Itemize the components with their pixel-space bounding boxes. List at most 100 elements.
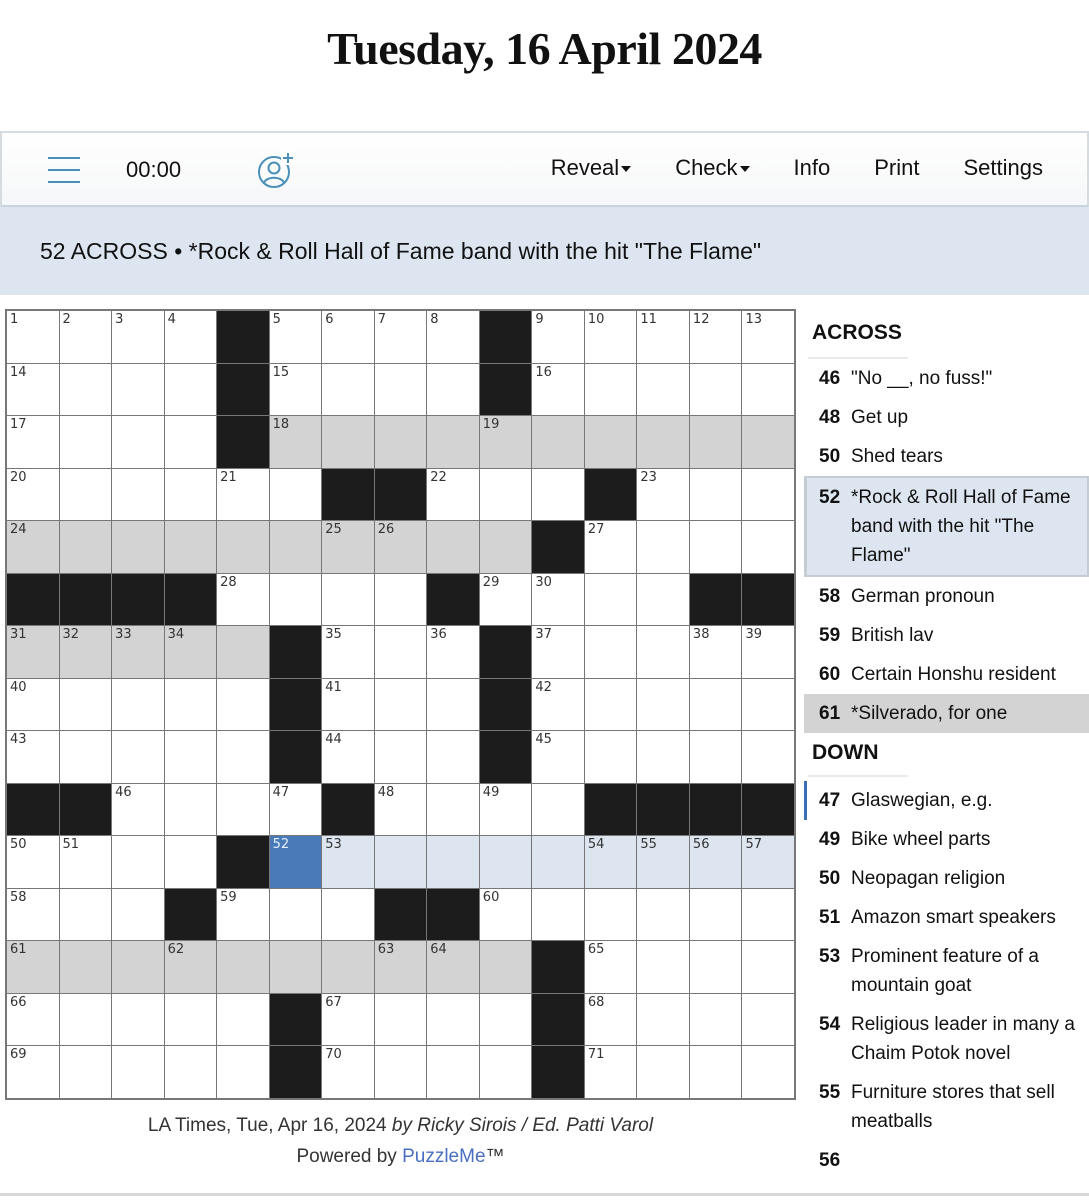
down-clue-49[interactable]: 49 Bike wheel parts (804, 820, 1089, 859)
grid-cell[interactable]: 71 (584, 1046, 637, 1098)
grid-cell[interactable] (637, 521, 689, 573)
grid-cell[interactable] (532, 783, 584, 836)
grid-cell[interactable] (584, 731, 637, 783)
grid-cell[interactable] (374, 993, 427, 1046)
grid-cell[interactable] (112, 521, 164, 573)
down-clue-50[interactable]: 50 Neopagan religion (804, 859, 1089, 898)
grid-cell[interactable]: 58 (7, 888, 59, 941)
across-clue-61[interactable]: 61 *Silverado, for one (804, 694, 1089, 733)
grid-cell[interactable] (742, 363, 794, 416)
grid-cell[interactable] (164, 783, 217, 836)
grid-cell[interactable]: 57 (742, 836, 794, 888)
grid-cell[interactable] (637, 573, 689, 626)
grid-cell[interactable]: 35 (322, 626, 374, 678)
grid-cell[interactable]: 28 (217, 573, 269, 626)
grid-cell[interactable] (742, 416, 794, 468)
clue-list-panel[interactable]: ACROSS 46 "No __, no fuss!" 48 Get up 50 Shed… (804, 309, 1089, 1171)
grid-cell[interactable] (322, 573, 374, 626)
grid-cell[interactable] (742, 941, 794, 993)
grid-cell[interactable] (59, 416, 112, 468)
grid-cell[interactable] (742, 731, 794, 783)
grid-cell[interactable]: 31 (7, 626, 59, 678)
grid-cell[interactable]: 43 (7, 731, 59, 783)
down-clue-51[interactable]: 51 Amazon smart speakers (804, 898, 1089, 937)
grid-cell[interactable] (374, 1046, 427, 1098)
grid-cell[interactable] (479, 1046, 532, 1098)
grid-cell[interactable]: 47 (269, 783, 322, 836)
across-clue-50[interactable]: 50 Shed tears (804, 437, 1089, 476)
grid-cell[interactable] (689, 521, 742, 573)
grid-cell[interactable] (532, 836, 584, 888)
grid-cell[interactable]: 15 (269, 363, 322, 416)
grid-cell[interactable] (59, 993, 112, 1046)
hamburger-icon[interactable] (48, 157, 80, 183)
grid-cell[interactable] (742, 888, 794, 941)
grid-cell[interactable] (322, 416, 374, 468)
grid-cell[interactable] (217, 521, 269, 573)
grid-cell[interactable] (112, 941, 164, 993)
grid-cell[interactable] (112, 993, 164, 1046)
grid-cell[interactable] (217, 993, 269, 1046)
grid-cell[interactable] (164, 416, 217, 468)
grid-cell[interactable] (427, 836, 479, 888)
grid-cell[interactable] (479, 836, 532, 888)
grid-cell[interactable] (689, 941, 742, 993)
grid-cell[interactable] (689, 416, 742, 468)
grid-cell[interactable] (59, 888, 112, 941)
grid-cell[interactable] (427, 416, 479, 468)
puzzleme-link[interactable]: PuzzleMe (402, 1146, 485, 1167)
grid-cell[interactable] (374, 573, 427, 626)
grid-cell[interactable] (742, 468, 794, 521)
grid-cell[interactable] (374, 836, 427, 888)
across-clue-58[interactable]: 58 German pronoun (804, 577, 1089, 616)
grid-cell[interactable] (689, 363, 742, 416)
grid-cell[interactable] (637, 416, 689, 468)
grid-cell[interactable] (269, 888, 322, 941)
grid-cell[interactable]: 34 (164, 626, 217, 678)
grid-cell[interactable]: 36 (427, 626, 479, 678)
grid-cell[interactable]: 46 (112, 783, 164, 836)
grid-cell[interactable] (742, 678, 794, 731)
grid-cell[interactable]: 40 (7, 678, 59, 731)
grid-cell[interactable] (584, 626, 637, 678)
grid-cell[interactable] (374, 626, 427, 678)
selected-cell[interactable]: 52 (269, 836, 322, 888)
grid-cell[interactable] (689, 1046, 742, 1098)
timer[interactable]: 00:00 (126, 157, 181, 183)
grid-cell[interactable]: 66 (7, 993, 59, 1046)
across-clue-52[interactable]: 52 *Rock & Roll Hall of Fame band with th… (804, 476, 1089, 577)
grid-cell[interactable] (637, 993, 689, 1046)
grid-cell[interactable] (112, 888, 164, 941)
grid-cell[interactable] (427, 363, 479, 416)
grid-cell[interactable] (532, 416, 584, 468)
menu-reveal[interactable]: Reveal (551, 155, 632, 181)
grid-cell[interactable] (374, 678, 427, 731)
grid-cell[interactable] (584, 678, 637, 731)
grid-cell[interactable]: 55 (637, 836, 689, 888)
grid-cell[interactable] (217, 941, 269, 993)
grid-cell[interactable]: 2 (59, 311, 112, 363)
grid-cell[interactable] (584, 363, 637, 416)
grid-cell[interactable]: 68 (584, 993, 637, 1046)
grid-cell[interactable] (164, 993, 217, 1046)
grid-cell[interactable]: 5 (269, 311, 322, 363)
grid-cell[interactable]: 32 (59, 626, 112, 678)
grid-cell[interactable] (427, 731, 479, 783)
grid-cell[interactable] (479, 993, 532, 1046)
grid-cell[interactable]: 11 (637, 311, 689, 363)
grid-cell[interactable] (217, 731, 269, 783)
grid-cell[interactable] (217, 1046, 269, 1098)
down-clue-55[interactable]: 55 Furniture stores that sell meatballs (804, 1073, 1089, 1141)
grid-cell[interactable]: 61 (7, 941, 59, 993)
grid-cell[interactable] (374, 363, 427, 416)
grid-cell[interactable]: 18 (269, 416, 322, 468)
grid-cell[interactable]: 19 (479, 416, 532, 468)
grid-cell[interactable]: 37 (532, 626, 584, 678)
menu-check[interactable]: Check (675, 155, 750, 181)
grid-cell[interactable] (689, 468, 742, 521)
grid-cell[interactable]: 22 (427, 468, 479, 521)
grid-cell[interactable]: 67 (322, 993, 374, 1046)
grid-cell[interactable]: 21 (217, 468, 269, 521)
grid-cell[interactable] (689, 678, 742, 731)
grid-cell[interactable] (742, 521, 794, 573)
